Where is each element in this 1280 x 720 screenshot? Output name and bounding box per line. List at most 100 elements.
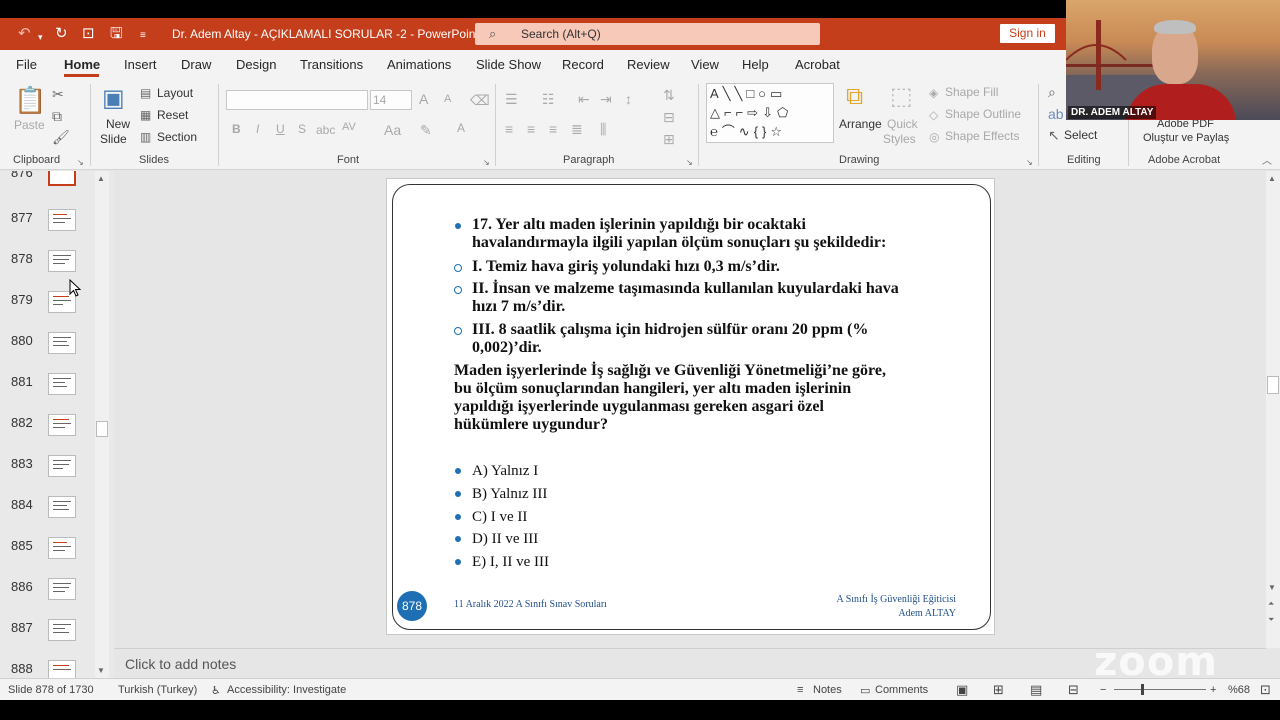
shapes-row-2[interactable]: △⌐⌐⇨⇩⬠ [710, 105, 792, 121]
tab-transitions[interactable]: Transitions [300, 57, 363, 72]
stem-line-1[interactable]: Maden işyerlerinde İş sağlığı ve Güvenli… [454, 362, 886, 380]
item-iii-line-2[interactable]: 0,002)’dir. [472, 339, 542, 357]
thumbnail-item[interactable]: 881 [0, 368, 110, 408]
thumbnail-item[interactable]: 877 [0, 204, 110, 244]
slide-canvas[interactable]: 17. Yer altı maden işlerinin yapıldığı b… [386, 178, 995, 635]
thumbnail-image[interactable] [48, 250, 76, 272]
thumbnail-item[interactable]: 887 [0, 614, 110, 654]
item-ii-line-2[interactable]: hızı 7 m/s’dir. [472, 298, 565, 316]
reading-view-icon[interactable]: ▤ [1030, 682, 1042, 698]
clear-formatting-icon[interactable]: ⌫ [470, 92, 490, 108]
tab-help[interactable]: Help [742, 57, 769, 72]
search-box[interactable]: ⌕ Search (Alt+Q) [475, 23, 820, 45]
comments-toggle[interactable]: Comments [875, 684, 928, 696]
character-spacing-button[interactable]: AV [342, 121, 356, 133]
notes-icon[interactable]: ≡ [797, 684, 803, 696]
slide-sorter-icon[interactable]: ⊞ [993, 682, 1004, 698]
font-name-combo[interactable] [226, 90, 368, 110]
next-slide-icon[interactable]: ⏷ [1268, 615, 1274, 625]
layout-icon[interactable]: ▤ [140, 85, 151, 101]
tab-acrobat[interactable]: Acrobat [795, 57, 840, 72]
comments-icon[interactable]: ▭ [860, 684, 870, 697]
font-launcher-icon[interactable]: ↘ [483, 155, 490, 171]
item-ii-line-1[interactable]: II. İnsan ve malzeme taşımasında kullanı… [472, 280, 899, 298]
new-slide-icon[interactable]: ▣ [102, 86, 125, 112]
item-iii-line-1[interactable]: III. 8 saatlik çalışma için hidrojen sül… [472, 321, 868, 339]
thumbnail-image[interactable] [48, 660, 76, 678]
option-d[interactable]: D) II ve III [472, 530, 538, 548]
scroll-up-icon[interactable]: ▲ [97, 174, 105, 183]
accessibility-status[interactable]: Accessibility: Investigate [227, 684, 346, 696]
align-center-icon[interactable]: ≡ [527, 121, 535, 137]
scroll-down-icon[interactable]: ▼ [1268, 583, 1276, 592]
bold-button[interactable]: B [232, 122, 241, 136]
align-right-icon[interactable]: ≡ [549, 121, 557, 137]
stem-line-4[interactable]: hükümlere uygundur? [454, 416, 608, 434]
thumbnail-image[interactable] [48, 373, 76, 395]
scroll-up-icon[interactable]: ▲ [1268, 174, 1276, 183]
align-left-icon[interactable]: ≡ [505, 121, 513, 137]
fit-to-window-icon[interactable]: ⊡ [1260, 682, 1271, 698]
decrease-indent-icon[interactable]: ⇤ [578, 91, 590, 107]
thumbnail-item[interactable]: 884 [0, 491, 110, 531]
reset-button[interactable]: Reset [157, 108, 188, 122]
section-icon[interactable]: ▥ [140, 129, 151, 145]
font-size-combo[interactable]: 14 [370, 90, 412, 110]
thumbnail-image[interactable] [48, 332, 76, 354]
thumbnail-item[interactable]: 885 [0, 532, 110, 572]
reset-icon[interactable]: ▦ [140, 107, 151, 123]
bullets-icon[interactable]: ☰ [505, 91, 518, 107]
line-spacing-icon[interactable]: ↕ [625, 91, 632, 107]
notes-pane[interactable]: Click to add notes zoom [114, 639, 1266, 685]
new-slide-label-1[interactable]: New [106, 117, 130, 131]
shapes-gallery[interactable]: A╲╲□○▭ △⌐⌐⇨⇩⬠ ℮⌒∿{}☆ [706, 83, 834, 143]
thumbnail-item[interactable]: 888 [0, 655, 110, 678]
save-icon[interactable]: 🖫 [110, 25, 123, 43]
text-shadow-button[interactable]: S [298, 122, 306, 136]
scrollbar-thumb[interactable] [1267, 376, 1279, 394]
italic-button[interactable]: I [256, 122, 259, 136]
thumbnail-item[interactable]: 883 [0, 450, 110, 490]
tab-view[interactable]: View [691, 57, 719, 72]
undo-icon[interactable]: ↶ [18, 25, 31, 43]
tab-home[interactable]: Home [64, 57, 100, 72]
redo-icon[interactable]: ↻ [55, 25, 68, 43]
normal-view-icon[interactable]: ▣ [956, 682, 968, 698]
shapes-row-3[interactable]: ℮⌒∿{}☆ [710, 124, 786, 140]
smartart-icon[interactable]: ⊞ [663, 131, 675, 147]
option-b[interactable]: B) Yalnız III [472, 485, 547, 503]
present-icon[interactable]: ⊡ [82, 25, 95, 43]
strikethrough-icon[interactable]: abc [316, 122, 335, 138]
thumbnail-image[interactable] [48, 455, 76, 477]
replace-icon[interactable]: ab [1048, 106, 1064, 122]
highlight-icon[interactable]: ✎ [420, 122, 432, 138]
question-line-1[interactable]: 17. Yer altı maden işlerinin yapıldığı b… [472, 216, 806, 234]
select-button[interactable]: Select [1064, 128, 1097, 142]
thumbnail-image[interactable] [48, 496, 76, 518]
shape-outline-icon[interactable]: ◇ [929, 107, 938, 123]
select-icon[interactable]: ↖ [1048, 127, 1060, 143]
thumbnail-item[interactable]: 876 [0, 171, 110, 199]
arrange-icon[interactable]: ⧉ [846, 84, 863, 110]
shape-outline-button[interactable]: Shape Outline [945, 107, 1021, 121]
arrange-button[interactable]: Arrange [839, 117, 882, 131]
cut-icon[interactable]: ✂ [52, 86, 64, 102]
align-text-icon[interactable]: ⊟ [663, 109, 675, 125]
thumbnail-item[interactable]: 886 [0, 573, 110, 613]
quick-styles-icon[interactable]: ⬚ [890, 84, 913, 110]
quick-styles-label-2[interactable]: Styles [883, 132, 916, 146]
zoom-level[interactable]: %68 [1228, 684, 1250, 696]
text-direction-icon[interactable]: ⇅ [663, 87, 675, 103]
tab-design[interactable]: Design [236, 57, 276, 72]
thumbnail-image[interactable] [48, 414, 76, 436]
change-case-icon[interactable]: Aa [384, 122, 401, 138]
section-button[interactable]: Section [157, 130, 197, 144]
previous-slide-icon[interactable]: ⏶ [1268, 599, 1274, 609]
shape-fill-icon[interactable]: ◈ [929, 85, 938, 101]
thumbnail-item[interactable]: 878 [0, 245, 110, 285]
accessibility-icon[interactable]: ♿ [211, 684, 221, 697]
clipboard-launcher-icon[interactable]: ↘ [77, 155, 84, 171]
thumbnail-image[interactable] [48, 578, 76, 600]
language-indicator[interactable]: Turkish (Turkey) [118, 684, 197, 696]
stem-line-2[interactable]: bu ölçüm sonuçlarından hangileri, yer al… [454, 380, 851, 398]
